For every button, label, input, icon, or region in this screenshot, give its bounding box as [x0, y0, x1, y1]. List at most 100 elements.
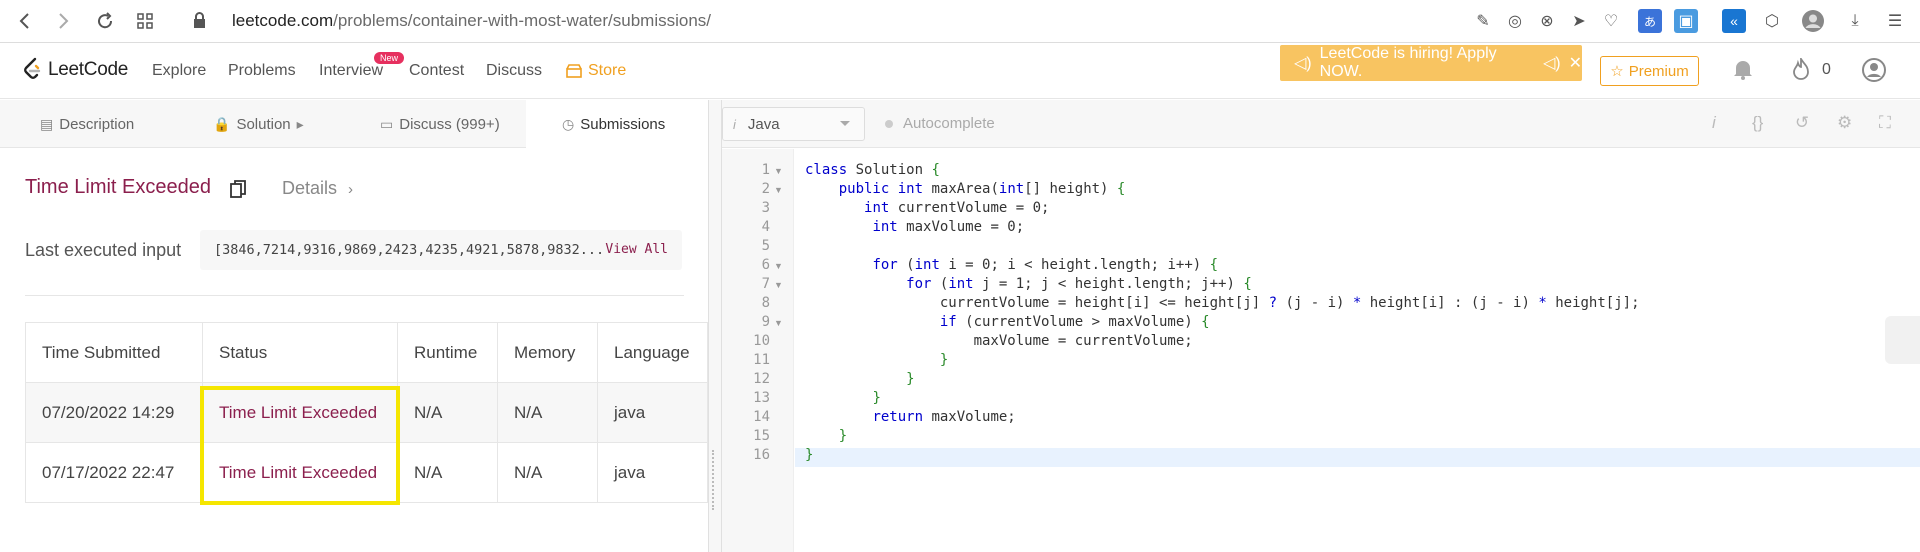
translate-icon[interactable]: あ — [1638, 9, 1662, 33]
tab-description[interactable]: ▤ Description — [40, 100, 134, 148]
tab-solution[interactable]: 🔒 Solution ▸ — [213, 100, 304, 148]
settings-icon[interactable]: ⚙ — [1837, 113, 1852, 133]
apps-icon[interactable] — [132, 8, 158, 34]
block-icon[interactable]: ⊗ — [1535, 9, 1559, 33]
close-icon[interactable]: ✕ — [1569, 53, 1582, 73]
site-header: LeetCode Explore Problems Interview New … — [0, 44, 1920, 99]
user-avatar-icon[interactable] — [1862, 58, 1886, 88]
drag-handle-icon[interactable] — [712, 450, 716, 510]
code-line: public int maxArea(int[] height) { — [838, 181, 1126, 197]
language-select[interactable]: i Java — [722, 107, 865, 141]
tab-discuss-label: Discuss (999+) — [399, 115, 500, 133]
clock-icon: ◷ — [562, 116, 575, 132]
line-number: 5 — [761, 238, 770, 254]
line-number: 6 — [761, 257, 770, 273]
fold-arrow-icon[interactable]: ▼ — [774, 185, 783, 195]
line-number: 15 — [753, 428, 770, 444]
heart-icon[interactable]: ♡ — [1599, 9, 1623, 33]
megaphone-right-icon: ◁) — [1542, 55, 1561, 72]
table-row[interactable]: 07/17/2022 22:47 Time Limit Exceeded N/A… — [25, 442, 708, 503]
chevron-down-icon — [840, 121, 850, 126]
nav-store[interactable]: Store — [566, 62, 626, 80]
reset-icon[interactable]: ↺ — [1795, 113, 1809, 133]
braces-icon[interactable]: {} — [1752, 113, 1763, 133]
nav-contest[interactable]: Contest — [409, 62, 464, 80]
last-input-box: [3846,7214,9316,9869,2423,4235,4921,5878… — [200, 230, 682, 270]
fold-arrow-icon[interactable]: ▼ — [774, 261, 783, 271]
star-icon: ☆ — [1610, 63, 1624, 80]
new-badge: New — [374, 52, 405, 64]
line-number: 16 — [753, 447, 770, 463]
line-number: 8 — [761, 295, 770, 311]
details-label: Details — [282, 178, 338, 198]
nav-interview[interactable]: Interview — [319, 62, 383, 80]
code-line: for (int j = 1; j < height.length; j++) … — [906, 276, 1252, 292]
camera-icon[interactable]: ◎ — [1503, 9, 1527, 33]
fold-arrow-icon[interactable]: ▼ — [774, 166, 783, 176]
code-line: } — [939, 352, 949, 368]
last-input-value: [3846,7214,9316,9869,2423,4235,4921,5878… — [214, 242, 605, 258]
copy-icon[interactable] — [230, 180, 246, 198]
forward-icon[interactable] — [50, 8, 76, 34]
details-link[interactable]: Details › — [282, 178, 353, 199]
line-gutter: 1 2 3 4 5 6 7 8 9 10 11 12 13 14 15 16 ▼… — [722, 149, 794, 552]
autocomplete-toggle[interactable]: Autocomplete — [885, 115, 995, 132]
premium-button[interactable]: ☆ Premium — [1600, 56, 1699, 86]
cell-status[interactable]: Time Limit Exceeded — [202, 442, 398, 503]
header-memory: Memory — [497, 322, 598, 383]
code-line: currentVolume = height[i] <= height[j] ?… — [805, 295, 1640, 311]
reload-icon[interactable] — [92, 8, 118, 34]
code-line: int maxVolume = 0; — [872, 219, 1025, 235]
submissions-table: Time Submitted Status Runtime Memory Lan… — [25, 322, 708, 503]
nav-explore[interactable]: Explore — [152, 62, 206, 80]
table-row[interactable]: 07/20/2022 14:29 Time Limit Exceeded N/A… — [25, 382, 708, 443]
cell-status[interactable]: Time Limit Exceeded — [202, 382, 398, 443]
cell-memory: N/A — [497, 442, 598, 503]
code-line: for (int i = 0; i < height.length; i++) … — [872, 257, 1219, 273]
tab-description-label: Description — [59, 115, 135, 133]
fold-arrow-icon[interactable]: ▼ — [774, 280, 783, 290]
tab-discuss[interactable]: ▭ Discuss (999+) — [380, 100, 500, 148]
tab-submissions[interactable]: ◷ Submissions — [526, 100, 708, 149]
autocomplete-label: Autocomplete — [903, 115, 995, 132]
code-line: } — [872, 390, 881, 406]
line-number: 3 — [761, 200, 770, 216]
side-panel-toggle[interactable] — [1885, 316, 1920, 364]
code-line: } — [805, 447, 814, 463]
profile-icon[interactable] — [1801, 9, 1825, 33]
code-line: } — [838, 428, 848, 444]
ext-arrows-icon[interactable]: « — [1722, 9, 1746, 33]
nav-store-label: Store — [588, 62, 627, 79]
flame-count: 0 — [1822, 61, 1831, 78]
browser-toolbar: leetcode.com/problems/container-with-mos… — [0, 0, 1920, 43]
fold-arrow-icon[interactable]: ▼ — [774, 318, 783, 328]
view-all-link[interactable]: View All — [605, 242, 668, 257]
line-number: 2 — [761, 181, 770, 197]
line-number: 9 — [761, 314, 770, 330]
code-line: return maxVolume; — [872, 409, 1016, 425]
menu-icon[interactable]: ☰ — [1883, 9, 1907, 33]
nav-problems[interactable]: Problems — [228, 62, 296, 80]
language-value: Java — [747, 115, 780, 133]
nav-discuss[interactable]: Discuss — [486, 62, 542, 80]
logo[interactable]: LeetCode — [22, 57, 128, 83]
flame-icon[interactable] — [1792, 55, 1810, 86]
premium-label: Premium — [1628, 62, 1689, 80]
hiring-banner[interactable]: ◁) LeetCode is hiring! Apply NOW. ◁) ✕ — [1280, 45, 1582, 81]
download-icon[interactable]: ⤓ — [1843, 9, 1867, 33]
bell-icon[interactable] — [1733, 58, 1753, 86]
fullscreen-icon[interactable]: ⛶ — [1879, 113, 1891, 133]
result-status: Time Limit Exceeded — [25, 176, 211, 198]
pane-resizer[interactable] — [708, 100, 722, 552]
tab-solution-label: Solution — [236, 115, 291, 133]
address-bar[interactable]: leetcode.com/problems/container-with-mos… — [232, 11, 711, 31]
image-ext-icon[interactable]: ▣ — [1674, 9, 1698, 33]
info-icon[interactable]: i — [1712, 113, 1716, 133]
back-icon[interactable] — [12, 8, 38, 34]
header-runtime: Runtime — [397, 322, 498, 383]
chevron-right-icon: › — [348, 181, 354, 198]
cube-icon[interactable]: ⬡ — [1760, 9, 1784, 33]
current-line-highlight — [795, 448, 1920, 467]
edit-icon[interactable]: ✎ — [1471, 9, 1495, 33]
send-icon[interactable]: ➤ — [1567, 9, 1591, 33]
